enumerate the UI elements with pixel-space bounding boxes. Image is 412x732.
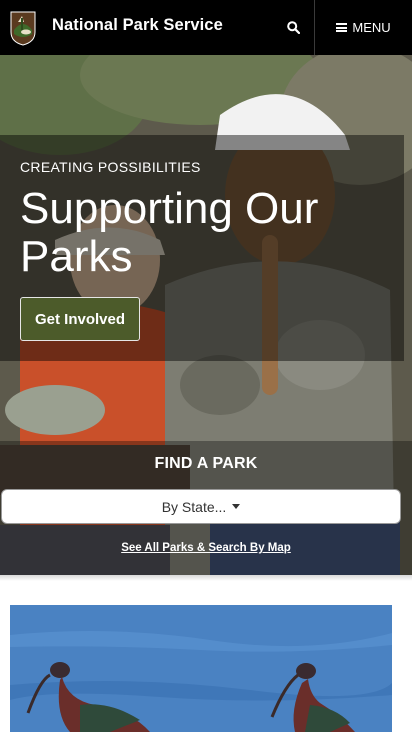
hero-title: Supporting Our Parks [20,184,319,281]
hero-section: CREATING POSSIBILITIES Supporting Our Pa… [0,55,412,575]
see-all-parks-link[interactable]: See All Parks & Search By Map [0,542,412,554]
feature-photo[interactable] [10,605,392,732]
get-involved-button[interactable]: Get Involved [20,297,140,341]
menu-button[interactable]: MENU [315,0,412,55]
search-icon [286,21,300,34]
find-park-title: FIND A PARK [154,455,258,472]
caret-down-icon [232,504,241,509]
menu-label: MENU [352,20,391,35]
state-select[interactable]: By State... [1,489,401,524]
hero-eyebrow: CREATING POSSIBILITIES [20,159,201,175]
site-title[interactable]: National Park Service [52,16,223,35]
search-button[interactable] [272,0,314,55]
site-header: National Park Service MENU [0,0,412,55]
section-divider [0,575,412,581]
ibis-photo [10,605,392,732]
hamburger-icon [336,23,348,32]
nps-arrowhead-logo[interactable] [8,10,38,46]
state-select-value: By State... [161,498,227,515]
